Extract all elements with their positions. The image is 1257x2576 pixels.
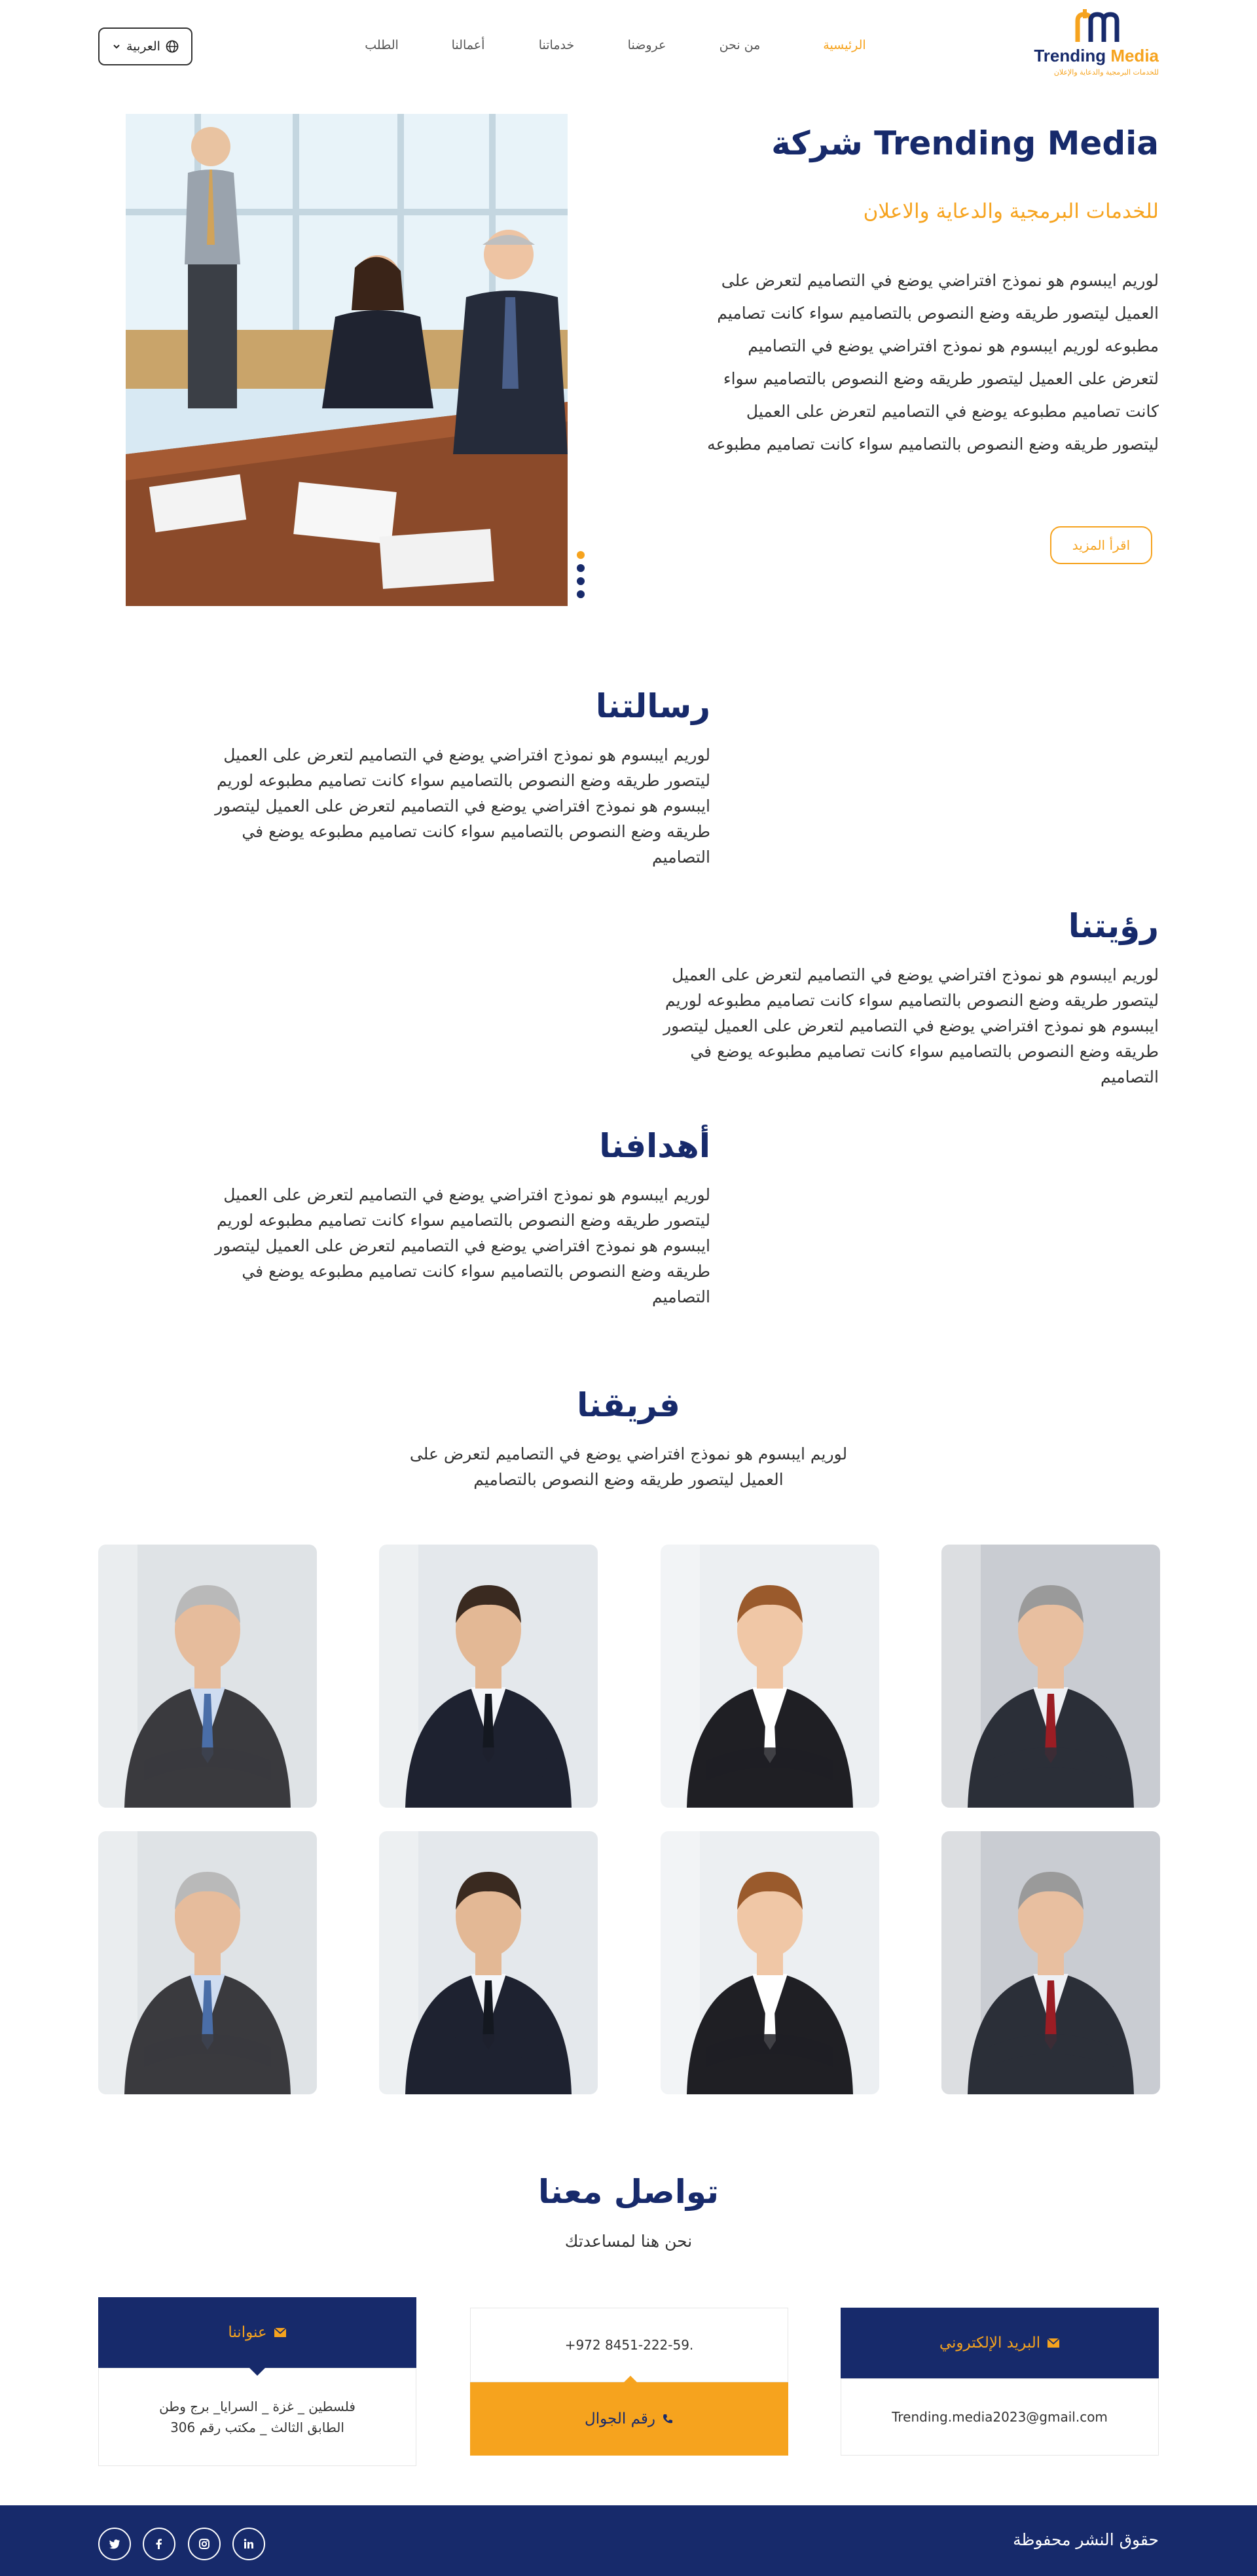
envelope-icon <box>1047 2338 1060 2348</box>
address-label: عنواننا <box>228 2324 267 2341</box>
facebook-icon[interactable] <box>143 2528 175 2560</box>
envelope-icon <box>274 2327 287 2337</box>
nav-item-home[interactable]: الرئيسية <box>805 38 884 58</box>
team-member-photo <box>661 1545 879 1808</box>
vision-text: لوريم ايبسوم هو نموذج افتراضي يوضع في ال… <box>663 965 1159 1086</box>
nav-item-order[interactable]: الطلب <box>342 38 421 58</box>
team-member-photo <box>379 1831 598 2094</box>
hero-title: شركة Trending Media <box>771 124 1159 162</box>
nav-item-about[interactable]: من نحن <box>701 38 779 58</box>
chevron-down-icon <box>113 45 120 49</box>
email-label: البريد الإلكتروني <box>939 2334 1041 2352</box>
nav-item-works[interactable]: أعمالنا <box>429 38 507 58</box>
language-selector[interactable]: العربية <box>98 27 192 65</box>
phone-value[interactable]: +972 8451-222-59. <box>470 2308 788 2382</box>
globe-icon <box>166 40 179 53</box>
hero-subtitle: للخدمات البرمجية والدعاية والاعلان <box>863 200 1159 223</box>
brand-logo-mark[interactable] <box>1074 9 1120 43</box>
goals-text: لوريم ايبسوم هو نموذج افتراضي يوضع في ال… <box>215 1185 710 1306</box>
team-title: فريقنا <box>577 1386 680 1424</box>
mission-text: لوريم ايبسوم هو نموذج افتراضي يوضع في ال… <box>215 745 710 867</box>
address-body: فلسطين _ غزة _ السرايا_ برج وطن الطابق ا… <box>98 2368 416 2466</box>
site-footer: حقوق النشر محفوظة <box>0 2505 1257 2576</box>
team-member-photo <box>98 1831 317 2094</box>
language-label: العربية <box>126 39 160 54</box>
phone-card: +972 8451-222-59. رقم الجوال <box>470 2308 788 2456</box>
team-member-photo <box>661 1831 879 2094</box>
address-line: الطابق الثالث _ مكتب رقم 306 <box>170 2420 344 2435</box>
slider-dot[interactable] <box>577 590 585 598</box>
goals-title: أهدافنا <box>599 1127 710 1165</box>
slider-dot[interactable] <box>577 564 585 572</box>
contact-title: تواصل معنا <box>538 2173 719 2211</box>
nav-item-offers[interactable]: عروضنا <box>608 38 686 58</box>
address-card: عنواننا فلسطين _ غزة _ السرايا_ برج وطن … <box>98 2297 416 2466</box>
linkedin-icon[interactable] <box>232 2528 265 2560</box>
slider-dot[interactable] <box>577 551 585 559</box>
brand-logo-text[interactable]: Trending Media <box>1028 46 1159 65</box>
slider-dot[interactable] <box>577 577 585 585</box>
hero-meeting-photo <box>126 114 568 606</box>
contact-subtitle: نحن هنا لمساعدتك <box>564 2232 693 2251</box>
mission-title: رسالتنا <box>595 687 710 725</box>
site-header: Trending Media للخدمات البرمجية والدعاية… <box>0 0 1257 98</box>
copyright-text: حقوق النشر محفوظة <box>1013 2530 1159 2549</box>
hero-slider-dots <box>576 551 585 602</box>
team-member-photo <box>941 1831 1160 2094</box>
team-text: لوريم ايبسوم هو نموذج افتراضي يوضع في ال… <box>409 1444 848 1489</box>
read-more-button[interactable]: اقرأ المزيد <box>1050 526 1152 564</box>
team-member-photo <box>98 1545 317 1808</box>
vision-title: رؤيتنا <box>1068 907 1159 945</box>
pointer-arrow <box>623 2376 638 2384</box>
email-value[interactable]: Trending.media2023@gmail.com <box>841 2378 1159 2456</box>
address-line: فلسطين _ غزة _ السرايا_ برج وطن <box>159 2399 355 2414</box>
brand-tagline: للخدمات البرمجية والدعاية والإعلان <box>1053 68 1159 77</box>
phone-label: رقم الجوال <box>585 2410 655 2427</box>
instagram-icon[interactable] <box>188 2528 221 2560</box>
pointer-arrow <box>249 2368 265 2376</box>
hero-text: لوريم ايبسوم هو نموذج افتراضي يوضع في ال… <box>707 271 1159 454</box>
nav-item-services[interactable]: خدماتنا <box>517 38 596 58</box>
twitter-icon[interactable] <box>98 2528 131 2560</box>
team-member-photo <box>379 1545 598 1808</box>
phone-icon <box>663 2414 672 2424</box>
email-card: البريد الإلكتروني Trending.media2023@gma… <box>841 2308 1159 2456</box>
team-member-photo <box>941 1545 1160 1808</box>
